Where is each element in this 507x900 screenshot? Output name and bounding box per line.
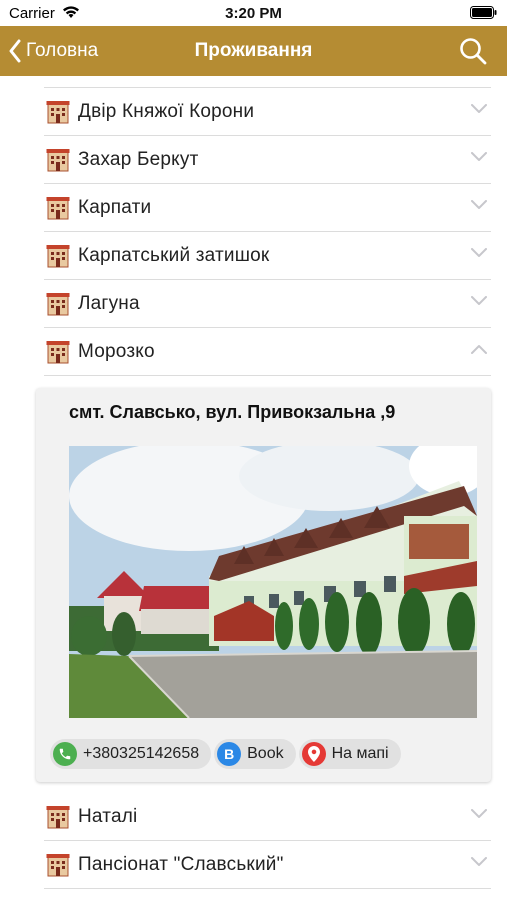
list-item-label: Карпатський затишок: [78, 244, 270, 266]
list-item-label: Двір Княжої Корони: [78, 100, 255, 122]
address-text: смт. Славсько, вул. Привокзальна ,9: [69, 402, 396, 422]
list-item[interactable]: Лагуна: [44, 280, 491, 328]
call-button[interactable]: +380325142658: [50, 739, 212, 769]
hotel-icon: [46, 805, 70, 828]
list-item-label: Карпати: [78, 196, 152, 218]
chevron-down-icon: [471, 248, 487, 257]
list-item[interactable]: Карпати: [44, 184, 491, 232]
map-button[interactable]: На мапі: [298, 739, 401, 769]
status-time: 3:20 PM: [225, 5, 282, 22]
chevron-down-icon: [471, 809, 487, 818]
list-item[interactable]: Наталі: [44, 793, 491, 841]
chevron-down-icon: [471, 296, 487, 305]
chevron-down-icon: [471, 200, 487, 209]
list-item-label: Морозко: [78, 340, 155, 362]
chevron-down-icon: [471, 104, 487, 113]
detail-card: смт. Славсько, вул. Привокзальна ,9 +380…: [36, 388, 491, 782]
hotel-photo: [69, 446, 477, 718]
booking-icon: B: [217, 742, 242, 766]
list-item[interactable]: Морозко: [44, 328, 491, 376]
hotel-icon: [46, 148, 70, 171]
status-bar: Carrier 3:20 PM: [0, 0, 507, 26]
book-label: Book: [247, 745, 284, 762]
action-chips: +380325142658 B Book На мапі: [50, 739, 401, 769]
list-item-label: Пансіонат "Славський": [78, 853, 284, 875]
phone-number: +380325142658: [83, 745, 200, 762]
hotel-icon: [46, 100, 70, 123]
hotel-icon: [46, 853, 70, 876]
list-item[interactable]: Карпатський затишок: [44, 232, 491, 280]
hotel-icon: [46, 292, 70, 315]
list-item-label: Наталі: [78, 805, 138, 827]
battery-icon: [470, 6, 497, 19]
list-item[interactable]: Захар Беркут: [44, 136, 491, 184]
chevron-left-icon: [9, 39, 21, 63]
chevron-up-icon: [471, 345, 487, 354]
book-button[interactable]: B Book: [214, 739, 296, 769]
hotel-icon: [46, 196, 70, 219]
navigation-bar: Головна Проживання: [0, 26, 507, 76]
chevron-down-icon: [471, 152, 487, 161]
chevron-down-icon: [471, 857, 487, 866]
map-label: На мапі: [331, 745, 389, 762]
hotel-icon: [46, 244, 70, 267]
list-item-label: Захар Беркут: [78, 148, 199, 170]
list-item-label: Лагуна: [78, 292, 140, 314]
search-icon[interactable]: [459, 37, 487, 65]
list-item[interactable]: Пансіонат "Славський": [44, 841, 491, 889]
hotel-icon: [46, 340, 70, 363]
map-pin-icon: [301, 742, 326, 766]
phone-icon: [53, 742, 77, 766]
back-label: Головна: [26, 40, 99, 61]
back-button[interactable]: Головна: [8, 26, 98, 76]
list-item[interactable]: Двір Княжої Корони: [44, 88, 491, 136]
